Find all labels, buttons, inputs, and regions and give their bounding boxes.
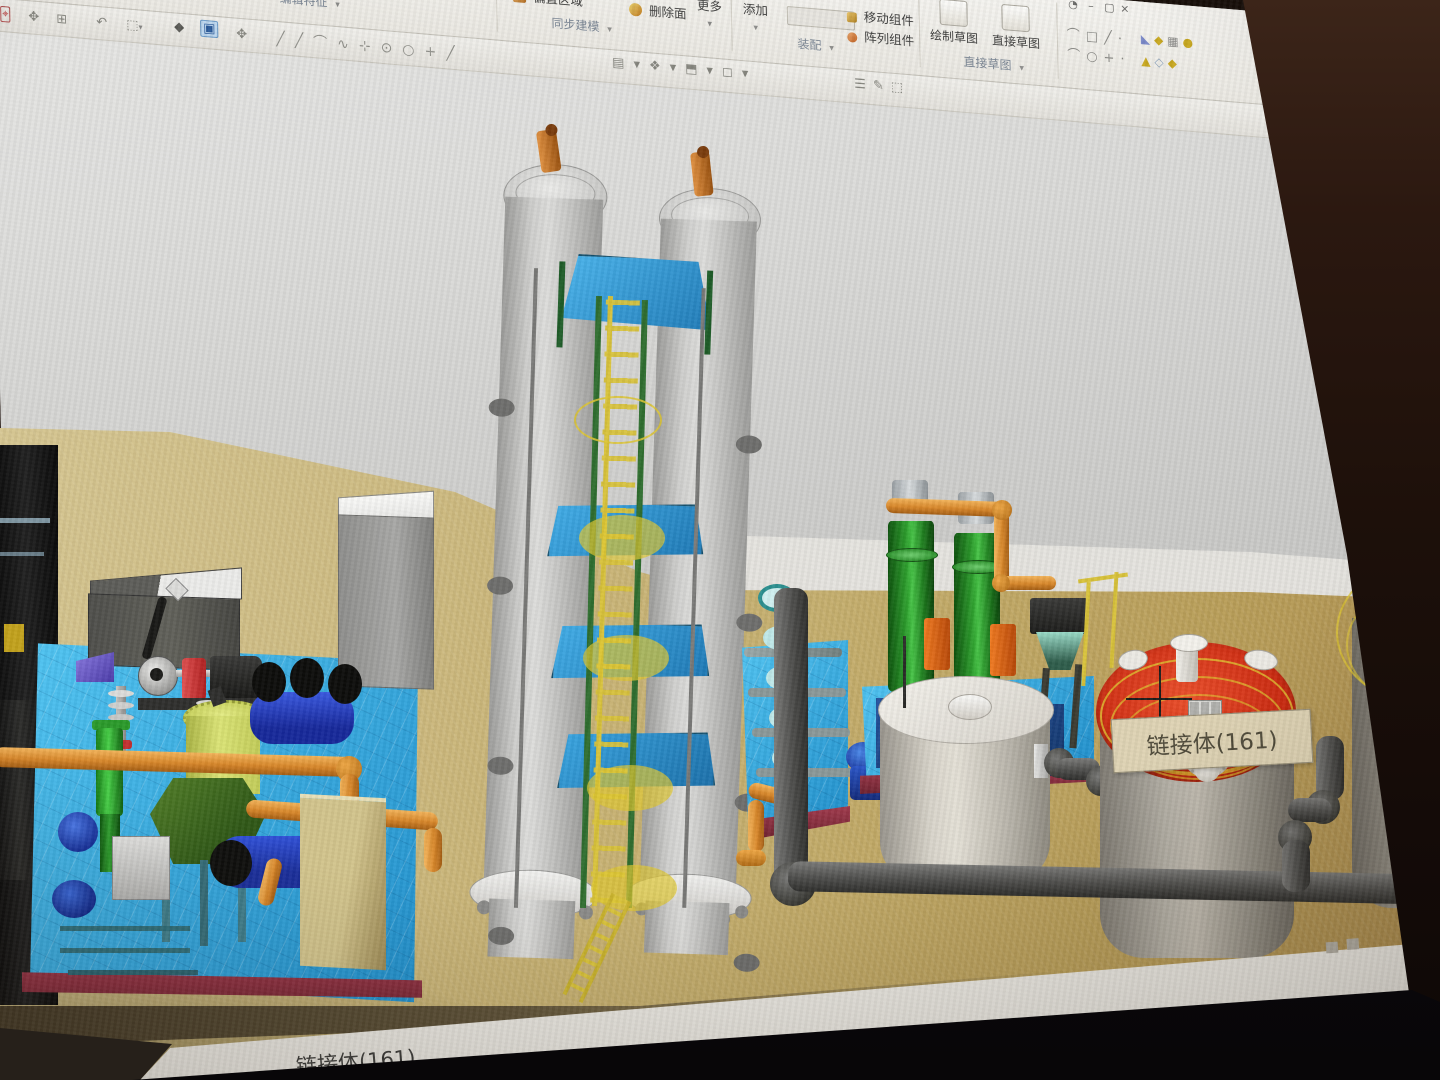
- s-pipe-h: [1288, 798, 1332, 822]
- red-tank-nozzle-2-cap: [1170, 634, 1208, 652]
- orange-motor-2: [990, 624, 1016, 676]
- orange-pipe-drop2: [424, 828, 442, 872]
- handrail-post-2: [1109, 572, 1118, 668]
- red-coupling-guard: [182, 658, 206, 700]
- gray-box-on-skid: [112, 836, 170, 900]
- hopper-box: [1030, 598, 1088, 634]
- orange-elbow-r2: [992, 574, 1010, 592]
- khaki-box: [300, 794, 386, 971]
- left-machine-stripe: [0, 552, 44, 556]
- manifold-orange-stub: [736, 850, 766, 866]
- blue-pump-1: [58, 812, 98, 852]
- status-bar-icons[interactable]: [1326, 942, 1339, 954]
- pump-inlet: [150, 668, 163, 681]
- pump-frame-rails: [60, 926, 190, 931]
- left-machine-yellow-part: [4, 624, 24, 652]
- hopper-funnel: [1036, 632, 1084, 670]
- left-machine-stripe: [0, 518, 50, 523]
- s-pipe-v2: [1282, 840, 1310, 892]
- exchanger2-end: [210, 840, 252, 886]
- orange-elbow-r1: [992, 500, 1012, 520]
- handrail-top: [1078, 573, 1128, 584]
- selection-tooltip-text: 链接体(161): [1146, 721, 1278, 762]
- ladder-cage-hoops: [574, 396, 662, 444]
- riser-pipe: [774, 588, 808, 888]
- selection-tooltip: 链接体(161): [1111, 709, 1314, 773]
- photo-of-monitor: 编辑特征 ▾ 偏置区域 删除面 更多 ▾ 同步建模 ▾: [0, 0, 1440, 1080]
- green-pump-1-ring: [886, 548, 938, 562]
- green-pipe: [96, 728, 123, 816]
- viewport-canvas[interactable]: 链接体(161): [0, 0, 1440, 1080]
- tall-gray-cabinet: [338, 514, 434, 689]
- white-tank-cap: [948, 694, 992, 720]
- manifold-orange-drop: [748, 800, 764, 852]
- blue-pump-2: [52, 880, 96, 918]
- exchanger-motors: [252, 662, 286, 702]
- flange-discs: [108, 690, 134, 697]
- orange-motor-1: [924, 618, 950, 670]
- tank-antenna: [903, 636, 906, 708]
